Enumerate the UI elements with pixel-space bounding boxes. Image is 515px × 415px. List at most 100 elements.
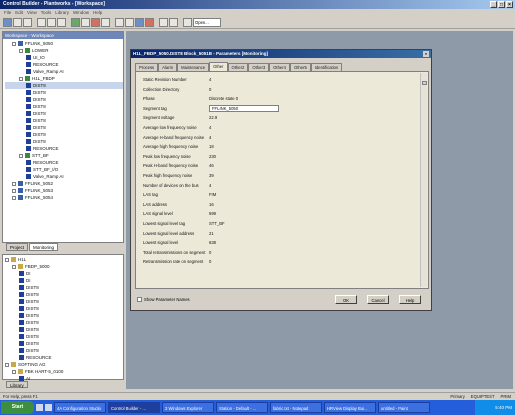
open-icon[interactable] bbox=[13, 18, 22, 27]
tree-node[interactable]: DIST8 bbox=[5, 82, 123, 89]
menu-item-tools[interactable]: Tools bbox=[41, 9, 52, 17]
tree-node[interactable]: DIST8 bbox=[5, 131, 123, 138]
tab-other[interactable]: Other bbox=[209, 62, 228, 71]
tree-node[interactable]: DIST8 bbox=[5, 89, 123, 96]
menu-item-view[interactable]: View bbox=[27, 9, 37, 17]
stop-icon[interactable] bbox=[91, 18, 100, 27]
menu-item-help[interactable]: Help bbox=[93, 9, 102, 17]
tree-node[interactable]: DIST8 bbox=[5, 326, 123, 333]
tree-node[interactable]: DIST8 bbox=[5, 347, 123, 354]
tab-project[interactable]: Project bbox=[6, 243, 29, 251]
tab-monitoring[interactable]: Monitoring bbox=[29, 243, 59, 251]
tree-node[interactable]: DIST8 bbox=[5, 103, 123, 110]
expander-icon[interactable] bbox=[19, 48, 23, 53]
expander-icon[interactable] bbox=[12, 195, 16, 200]
menu-item-file[interactable]: File bbox=[4, 9, 11, 17]
print-icon[interactable] bbox=[183, 18, 192, 27]
tree-node[interactable]: DI bbox=[5, 270, 123, 277]
expander-icon[interactable] bbox=[12, 41, 16, 46]
paste-icon[interactable] bbox=[57, 18, 66, 27]
tab-alarm[interactable]: Alarm bbox=[158, 63, 178, 71]
expander-icon[interactable] bbox=[19, 153, 23, 158]
checkbox-box[interactable] bbox=[137, 297, 142, 302]
tree-node[interactable]: STT_BF_I/O bbox=[5, 166, 123, 173]
tree-node[interactable]: DI bbox=[5, 277, 123, 284]
tree-node[interactable]: UI_IO bbox=[5, 54, 123, 61]
delete-icon[interactable] bbox=[145, 18, 154, 27]
tree-node[interactable]: DIST8 bbox=[5, 117, 123, 124]
start-button[interactable]: Start bbox=[1, 401, 34, 414]
close-button[interactable]: × bbox=[506, 1, 513, 8]
taskbar-task[interactable]: untitled - Paint bbox=[378, 402, 430, 413]
expander-icon[interactable] bbox=[12, 264, 16, 269]
tab-identification[interactable]: Identification bbox=[310, 63, 343, 71]
new-icon[interactable] bbox=[3, 18, 12, 27]
save-icon[interactable] bbox=[23, 18, 32, 27]
vertical-scrollbar[interactable] bbox=[420, 73, 427, 287]
tree-node[interactable]: Valve_Ramp AI bbox=[5, 173, 123, 180]
taskbar-task[interactable]: 4A Configuration Studio bbox=[54, 402, 106, 413]
help-button[interactable]: Help bbox=[399, 295, 421, 304]
tab-other4[interactable]: Other4 bbox=[269, 63, 290, 71]
expander-icon[interactable] bbox=[12, 181, 16, 186]
tree-node[interactable]: RESOURCE bbox=[5, 354, 123, 361]
tree-node[interactable]: FBDP_5000 bbox=[5, 263, 123, 270]
tab-maintenance[interactable]: Maintenance bbox=[177, 63, 210, 71]
parameter-input[interactable]: FFLINK_5050 bbox=[209, 105, 279, 112]
quicklaunch-desktop-icon[interactable] bbox=[36, 404, 43, 411]
tab-other5[interactable]: Other5 bbox=[289, 63, 311, 71]
dialog-titlebar[interactable]: H1L_FBDP_5050.DIST8 Block_5051B - Parame… bbox=[131, 50, 431, 58]
taskbar-task[interactable]: HRView Display Bui... bbox=[324, 402, 376, 413]
scrollbar-thumb[interactable] bbox=[422, 81, 427, 85]
tree-node[interactable]: DIST8 bbox=[5, 312, 123, 319]
menu-item-window[interactable]: Window bbox=[73, 9, 89, 17]
taskbar-task[interactable]: Station - Default - ... bbox=[216, 402, 268, 413]
copy-icon[interactable] bbox=[47, 18, 56, 27]
expander-icon[interactable] bbox=[12, 188, 16, 193]
tree-node[interactable]: DIST8 bbox=[5, 319, 123, 326]
tree-node[interactable]: H1L bbox=[5, 256, 123, 263]
tree-node[interactable]: FBK HART-5_0100 bbox=[5, 368, 123, 375]
tree-node[interactable]: FFLINK_5052 bbox=[5, 180, 123, 187]
cancel-button[interactable]: Cancel bbox=[367, 295, 389, 304]
tree-node[interactable]: H1L_FBDP bbox=[5, 75, 123, 82]
zoom-out-icon[interactable] bbox=[125, 18, 134, 27]
show-param-names-checkbox[interactable]: Show Parameter Names bbox=[137, 297, 190, 302]
expander-icon[interactable] bbox=[5, 362, 9, 367]
zoom-in-icon[interactable] bbox=[115, 18, 124, 27]
ok-button[interactable]: OK bbox=[335, 295, 357, 304]
tree-node[interactable]: FFLINK_5053 bbox=[5, 187, 123, 194]
tree-node[interactable]: RESOURCE bbox=[5, 145, 123, 152]
expander-icon[interactable] bbox=[12, 369, 16, 374]
quicklaunch-browser-icon[interactable] bbox=[45, 404, 52, 411]
grid-icon[interactable] bbox=[159, 18, 168, 27]
tree-node[interactable]: DIST8 bbox=[5, 340, 123, 347]
tab-other3[interactable]: Other3 bbox=[248, 63, 270, 71]
window-titlebar[interactable]: Control Builder - Plantworks - [Workspac… bbox=[0, 0, 515, 9]
tab-other2[interactable]: Other2 bbox=[227, 63, 249, 71]
tree-node[interactable]: DIST8 bbox=[5, 305, 123, 312]
tree-node[interactable]: STT_BF bbox=[5, 152, 123, 159]
tree-node[interactable]: DIST8 bbox=[5, 333, 123, 340]
tree-node[interactable]: Valve_Ramp AI bbox=[5, 68, 123, 75]
minimize-button[interactable]: _ bbox=[490, 1, 497, 8]
tree-node[interactable]: DIST8 bbox=[5, 110, 123, 117]
toolbar-combo[interactable]: Open... bbox=[193, 18, 221, 27]
tree-node[interactable]: RESOURCE bbox=[5, 61, 123, 68]
tree-node[interactable]: DIST8 bbox=[5, 124, 123, 131]
help-icon[interactable] bbox=[169, 18, 178, 27]
menu-item-edit[interactable]: Edit bbox=[15, 9, 23, 17]
tree-node[interactable]: DIST8 bbox=[5, 298, 123, 305]
tree-node[interactable]: FFLINK_5054 bbox=[5, 194, 123, 201]
tree-node[interactable]: DIST8 bbox=[5, 284, 123, 291]
tree-node[interactable]: FFLINK_5050 bbox=[5, 40, 123, 47]
tree-node[interactable]: DIST8 bbox=[5, 96, 123, 103]
monitor-icon[interactable] bbox=[101, 18, 110, 27]
tab-library[interactable]: Library bbox=[6, 381, 28, 388]
tree-node[interactable]: DIST8 bbox=[5, 291, 123, 298]
expander-icon[interactable] bbox=[5, 257, 9, 262]
taskbar-task[interactable]: Control Builder - ... bbox=[108, 402, 160, 413]
maximize-button[interactable]: □ bbox=[498, 1, 505, 8]
tree-node[interactable]: DIST8 bbox=[5, 138, 123, 145]
expander-icon[interactable] bbox=[19, 76, 23, 81]
